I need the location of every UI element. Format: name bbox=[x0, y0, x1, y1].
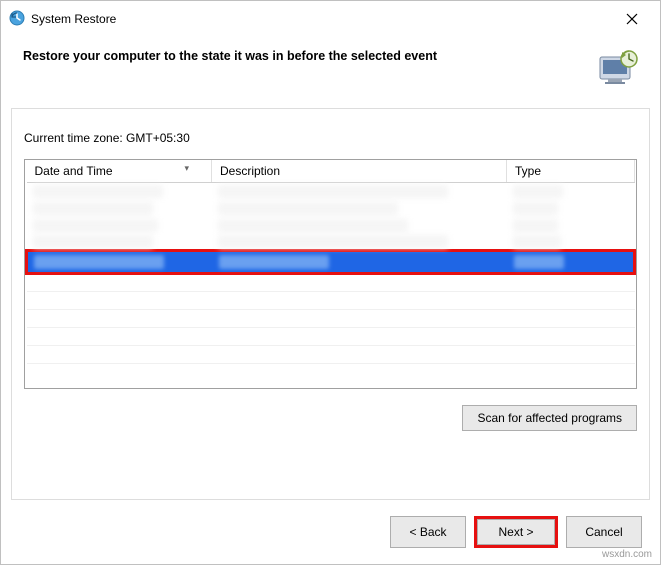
footer: < Back Next > Cancel bbox=[1, 500, 660, 564]
column-description[interactable]: Description bbox=[212, 160, 507, 183]
next-button[interactable]: Next > bbox=[477, 519, 555, 545]
table-row bbox=[27, 292, 635, 310]
column-type[interactable]: Type bbox=[507, 160, 635, 183]
scan-affected-button[interactable]: Scan for affected programs bbox=[462, 405, 637, 431]
restore-icon bbox=[596, 49, 640, 90]
next-highlight: Next > bbox=[474, 516, 558, 548]
scan-row: Scan for affected programs bbox=[24, 405, 637, 431]
back-button[interactable]: < Back bbox=[390, 516, 466, 548]
app-icon bbox=[9, 10, 25, 29]
page-heading: Restore your computer to the state it wa… bbox=[23, 49, 437, 63]
header: Restore your computer to the state it wa… bbox=[1, 35, 660, 108]
title-left: System Restore bbox=[9, 10, 116, 29]
close-button[interactable] bbox=[614, 7, 650, 31]
table-row bbox=[27, 310, 635, 328]
table-row bbox=[27, 328, 635, 346]
restore-points-table[interactable]: Date and Time ▾ Description Type bbox=[24, 159, 637, 389]
content-area: Current time zone: GMT+05:30 Date and Ti… bbox=[11, 108, 650, 500]
system-restore-window: System Restore Restore your computer to … bbox=[0, 0, 661, 565]
window-title: System Restore bbox=[31, 12, 116, 26]
titlebar: System Restore bbox=[1, 1, 660, 35]
sort-indicator-icon: ▾ bbox=[184, 163, 189, 174]
table-row[interactable] bbox=[27, 183, 635, 200]
table-row[interactable] bbox=[27, 200, 635, 217]
column-datetime[interactable]: Date and Time ▾ bbox=[27, 160, 212, 183]
cancel-button[interactable]: Cancel bbox=[566, 516, 642, 548]
timezone-label: Current time zone: GMT+05:30 bbox=[24, 131, 637, 145]
table-row[interactable] bbox=[27, 234, 635, 251]
table-row-selected[interactable] bbox=[28, 252, 633, 272]
table-row[interactable] bbox=[27, 217, 635, 234]
table-row bbox=[27, 274, 635, 292]
table-row bbox=[27, 346, 635, 364]
